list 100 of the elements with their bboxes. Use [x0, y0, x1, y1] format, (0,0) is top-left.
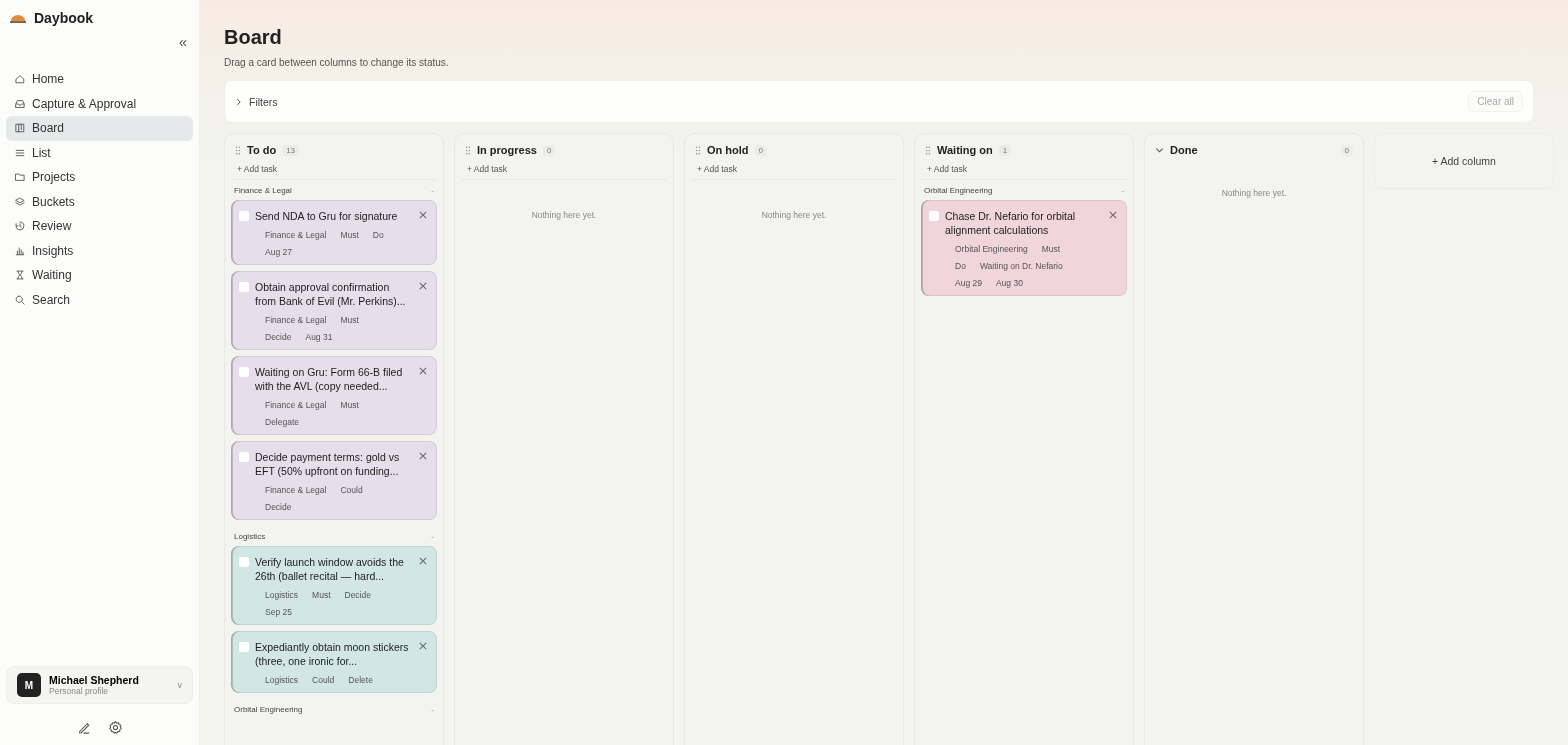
checkbox[interactable]	[239, 211, 249, 221]
checkbox[interactable]	[239, 367, 249, 377]
checkbox[interactable]	[239, 642, 249, 652]
app-name: Daybook	[34, 10, 94, 26]
close-icon[interactable]	[419, 642, 427, 650]
group-name: Finance & Legal	[234, 186, 292, 195]
task-card[interactable]: Decide payment terms: gold vs EFT (50% upfront on funding... Finance & Legal Could Decide	[231, 441, 437, 520]
close-icon[interactable]	[1109, 211, 1117, 219]
nav-item[interactable]: Waiting	[6, 263, 193, 288]
task-card[interactable]: Expediantly obtain moon stickers (three, one ironic for... Logistics Could Delete	[231, 631, 437, 693]
card-tag: Finance & Legal	[265, 315, 327, 325]
card-title: Verify launch window avoids the 26th (ballet recital — hard...	[255, 555, 405, 583]
empty-message: Nothing here yet.	[1220, 188, 1288, 198]
group-name: Orbital Engineering	[924, 186, 993, 195]
count-badge: 0	[1340, 144, 1353, 156]
nav-glyph-icon	[14, 220, 26, 233]
nav-item[interactable]: Capture & Approval	[6, 91, 193, 116]
filters-toggle[interactable]: Filters	[235, 91, 278, 112]
count-badge: 13	[282, 144, 300, 156]
nav-glyph-icon	[14, 269, 26, 282]
card-tag: Decide	[265, 332, 292, 342]
task-card[interactable]: Chase Dr. Nefario for orbital alignment calculations Orbital Engineering Must Do Waiting on Dr. Nefario Aug 29 Aug 30	[921, 200, 1127, 296]
nav-item[interactable]: List	[6, 140, 193, 165]
drag-handle-icon[interactable]	[465, 145, 471, 155]
card-tag: Do	[372, 230, 384, 240]
drag-handle-icon[interactable]	[235, 145, 241, 155]
card-title: Waiting on Gru: Form 66-B filed with the AVL (copy needed...	[255, 365, 404, 393]
close-icon[interactable]	[419, 282, 427, 290]
nav-item[interactable]: Insights	[6, 238, 193, 263]
task-card[interactable]: Send NDA to Gru for signature Finance & Legal Must Do Aug 27	[231, 200, 437, 265]
checkbox[interactable]	[929, 211, 939, 221]
avatar: M	[17, 673, 41, 697]
column-title: Done	[1170, 144, 1198, 156]
card-tag: Aug 30	[995, 278, 1023, 288]
nav-item[interactable]: Projects	[6, 165, 193, 190]
card-tag: Delegate	[265, 417, 300, 427]
card-tag: Do	[955, 261, 966, 271]
page-subtitle: Drag a card between columns to change its status.	[224, 57, 450, 68]
close-icon[interactable]	[419, 211, 427, 219]
profile-switcher[interactable]: M Michael Shepherd Personal profile v	[6, 666, 193, 704]
page-title: Board	[224, 26, 283, 49]
checkbox[interactable]	[239, 452, 249, 462]
card-tag: Must	[1041, 244, 1061, 254]
collapse-sidebar-button[interactable]: «	[176, 34, 189, 49]
checkbox[interactable]	[239, 557, 249, 567]
card-tag: Delete	[348, 675, 373, 685]
card-tag: Finance & Legal	[265, 230, 327, 240]
add-task-button[interactable]: + Add task	[691, 158, 897, 180]
nav-item[interactable]: Buckets	[6, 189, 193, 214]
column-title: To do	[247, 144, 277, 156]
add-task-button[interactable]: + Add task	[461, 158, 667, 180]
caret-icon: v	[177, 680, 182, 690]
task-card[interactable]: Waiting on Gru: Form 66-B filed with the AVL (copy needed... Finance & Legal Must Delegate	[231, 356, 437, 435]
count-badge: 0	[542, 144, 556, 156]
card-tag: Could	[340, 485, 363, 495]
card-tag: Logistics	[265, 590, 299, 600]
task-card[interactable]: Verify launch window avoids the 26th (ballet recital — hard... Logistics Must Decide Sep 25	[231, 546, 437, 625]
close-icon[interactable]	[419, 452, 427, 460]
group-name: Orbital Engineering	[234, 705, 303, 714]
profile-name: Michael Shepherd	[49, 674, 140, 686]
add-column-button[interactable]: + Add column	[1374, 133, 1554, 189]
card-title: Decide payment terms: gold vs EFT (50% upfront on funding...	[255, 450, 401, 478]
add-task-button[interactable]: + Add task	[231, 158, 437, 180]
card-tag: Finance & Legal	[265, 485, 327, 495]
pencil-icon[interactable]	[76, 720, 92, 735]
card-tag: Aug 27	[265, 247, 292, 257]
add-task-button[interactable]: + Add task	[921, 158, 1127, 180]
task-card[interactable]: Obtain approval confirmation from Bank of Evil (Mr. Perkins)... Finance & Legal Must Decide Aug 31	[231, 271, 437, 350]
nav-item[interactable]: Search	[6, 287, 193, 312]
card-tag: Aug 29	[955, 278, 982, 288]
card-tag: Logistics	[265, 675, 299, 685]
empty-message: Nothing here yet.	[530, 210, 598, 220]
card-title: Obtain approval confirmation from Bank of Evil (Mr. Perkins)...	[255, 280, 407, 308]
nav-item[interactable]: Home	[6, 67, 193, 92]
card-title: Send NDA to Gru for signature	[255, 209, 399, 223]
checkbox[interactable]	[239, 282, 249, 292]
card-title: Expediantly obtain moon stickers (three, one ironic for...	[255, 640, 410, 668]
drag-handle-icon[interactable]	[695, 145, 701, 155]
card-tag: Must	[312, 590, 331, 600]
card-tag: Orbital Engineering	[955, 244, 1028, 254]
nav-item[interactable]: Review	[6, 214, 193, 239]
settings-icon[interactable]	[107, 720, 123, 735]
nav-item[interactable]: Board	[6, 116, 193, 141]
count-badge: 1	[998, 144, 1012, 156]
card-tag: Decide	[344, 590, 371, 600]
drag-handle-icon[interactable]	[925, 145, 931, 155]
nav-glyph-icon	[14, 73, 26, 86]
card-tag: Must	[340, 400, 359, 410]
card-tag: Aug 31	[305, 332, 333, 342]
nav-glyph-icon	[14, 293, 26, 306]
close-icon[interactable]	[419, 557, 427, 565]
nav-glyph-icon	[14, 171, 26, 184]
nav-glyph-icon	[14, 97, 26, 110]
column-title: In progress	[477, 144, 537, 156]
close-icon[interactable]	[419, 367, 427, 375]
card-tag: Decide	[265, 502, 292, 512]
empty-message: Nothing here yet.	[760, 210, 828, 220]
card-title: Chase Dr. Nefario for orbital alignment calculations	[945, 209, 1077, 237]
card-tag: Finance & Legal	[265, 400, 327, 410]
column-title: On hold	[707, 144, 749, 156]
